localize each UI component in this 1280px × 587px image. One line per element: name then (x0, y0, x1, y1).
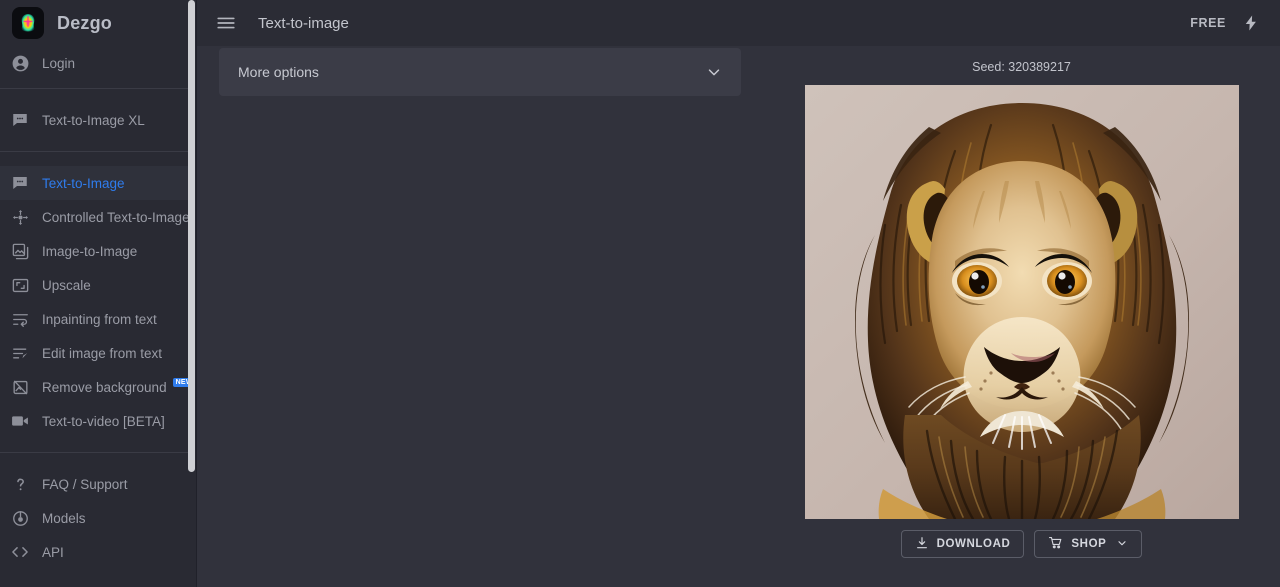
more-options-label: More options (238, 64, 319, 80)
download-icon (915, 536, 929, 553)
chat-bubble-icon (10, 110, 30, 130)
content-area: More options Seed: 320389217 DOWNLOAD SH… (197, 46, 1280, 587)
sidebar-item-label: Text-to-Image XL (42, 112, 145, 128)
chevron-down-icon (1116, 537, 1128, 552)
sidebar-item-text-to-video[interactable]: Text-to-video [BETA] (0, 404, 197, 438)
sidebar-item-edit-image-from-text[interactable]: Edit image from text (0, 336, 197, 370)
download-button[interactable]: DOWNLOAD (900, 530, 1025, 558)
plan-badge[interactable]: FREE (1190, 16, 1226, 30)
sidebar-item-label: Edit image from text (42, 345, 163, 361)
sidebar-item-remove-background[interactable]: Remove background NEW (0, 370, 197, 404)
sidebar-item-label: Controlled Text-to-Image (42, 209, 190, 225)
sidebar-item-controlled-text-to-image[interactable]: Controlled Text-to-Image (0, 200, 197, 234)
top-bar: Text-to-image FREE (197, 0, 1280, 46)
inpaint-lines-icon (10, 309, 30, 329)
seed-label: Seed: 320389217 (972, 60, 1071, 74)
brand[interactable]: Dezgo (0, 0, 197, 46)
result-actions: DOWNLOAD SHOP (900, 530, 1143, 558)
question-mark-icon (10, 474, 30, 494)
sidebar-item-label: Inpainting from text (42, 311, 157, 327)
page-title: Text-to-image (258, 14, 349, 32)
result-column: Seed: 320389217 DOWNLOAD SHOP (763, 46, 1280, 587)
sidebar-item-label: Models (42, 510, 86, 526)
sidebar-item-inpainting-from-text[interactable]: Inpainting from text (0, 302, 197, 336)
image-stack-icon (10, 241, 30, 261)
shop-button[interactable]: SHOP (1034, 530, 1143, 558)
sidebar-item-upscale[interactable]: Upscale (0, 268, 197, 302)
models-node-icon (10, 508, 30, 528)
download-button-label: DOWNLOAD (936, 538, 1011, 550)
code-brackets-icon (10, 542, 30, 562)
sidebar: Dezgo Login Text-to-Image XL Text-to-Ima… (0, 0, 197, 587)
video-camera-icon (10, 411, 30, 431)
lightning-bolt-icon[interactable] (1242, 14, 1260, 32)
sidebar-item-label: API (42, 544, 64, 560)
sidebar-item-text-to-image-xl[interactable]: Text-to-Image XL (0, 103, 197, 137)
sidebar-item-api[interactable]: API (0, 535, 197, 569)
main-area: Text-to-image FREE More options Seed: 32… (197, 0, 1280, 587)
edit-lines-icon (10, 343, 30, 363)
sidebar-item-label: Login (42, 55, 76, 71)
lion-portrait-image[interactable] (804, 85, 1239, 519)
top-bar-right: FREE (1190, 14, 1260, 32)
sidebar-label-group: Remove background NEW (42, 377, 196, 395)
sidebar-item-models[interactable]: Models (0, 501, 197, 535)
options-column: More options (197, 46, 763, 587)
hamburger-menu-icon[interactable] (215, 12, 237, 34)
sidebar-item-image-to-image[interactable]: Image-to-Image (0, 234, 197, 268)
sidebar-item-label: Image-to-Image (42, 243, 138, 259)
sidebar-item-label: FAQ / Support (42, 476, 128, 492)
more-options-panel[interactable]: More options (219, 48, 741, 96)
sidebar-item-login[interactable]: Login (0, 46, 197, 80)
sidebar-item-label: Remove background (42, 379, 167, 395)
sidebar-scrollbar-track[interactable] (188, 0, 196, 587)
sidebar-item-faq-support[interactable]: FAQ / Support (0, 467, 197, 501)
account-circle-icon (10, 53, 30, 73)
brand-name: Dezgo (57, 12, 112, 33)
sidebar-scroll-area: Dezgo Login Text-to-Image XL Text-to-Ima… (0, 0, 197, 587)
sidebar-item-text-to-image[interactable]: Text-to-Image (0, 166, 197, 200)
sidebar-scrollbar-thumb[interactable] (188, 0, 195, 472)
sidebar-item-label: Text-to-Image (42, 175, 125, 191)
chat-bubble-icon (10, 173, 30, 193)
shop-button-label: SHOP (1071, 538, 1107, 550)
brain-logo-icon (12, 7, 44, 39)
chevron-down-icon (705, 63, 723, 81)
app-root: Dezgo Login Text-to-Image XL Text-to-Ima… (0, 0, 1280, 587)
expand-corners-icon (10, 275, 30, 295)
image-slash-icon (10, 377, 30, 397)
sidebar-item-label: Text-to-video [BETA] (42, 413, 165, 429)
move-arrows-icon (10, 207, 30, 227)
sidebar-item-label: Upscale (42, 277, 91, 293)
shopping-cart-icon (1048, 535, 1063, 553)
